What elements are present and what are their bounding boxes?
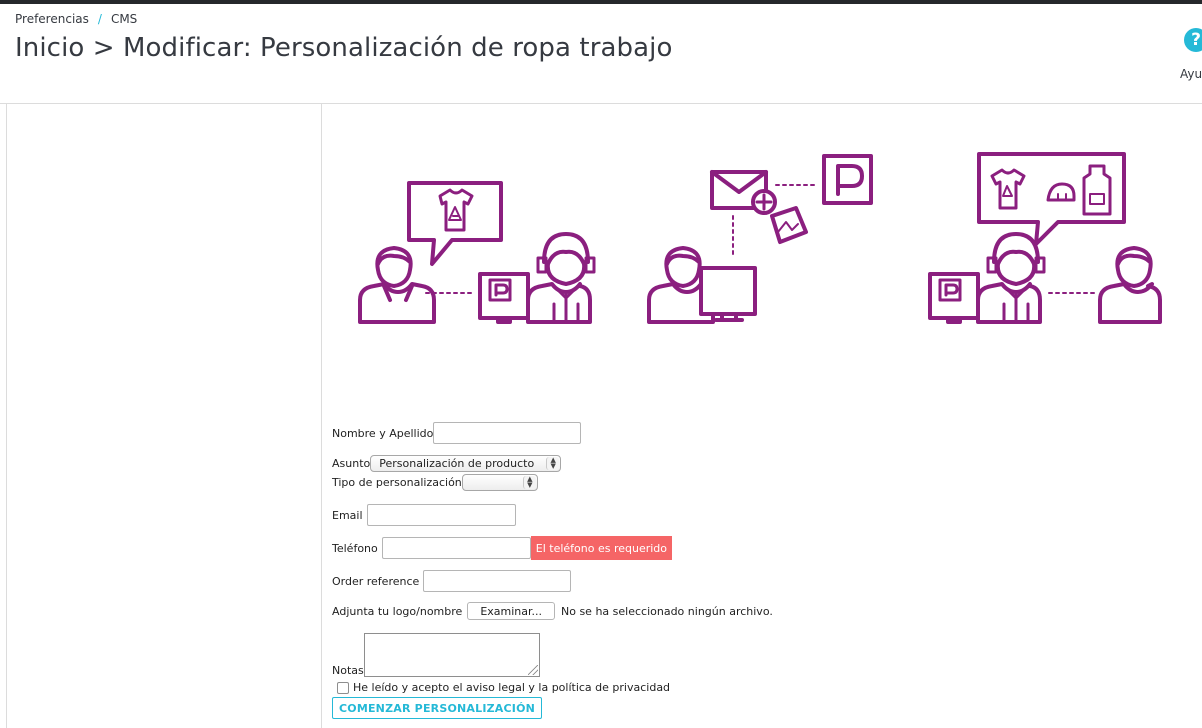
name-row: Nombre y Apellido <box>332 422 582 444</box>
name-label: Nombre y Apellido <box>332 426 434 440</box>
customer-figure-icon <box>358 246 436 324</box>
browse-file-button[interactable]: Examinar... <box>467 602 555 620</box>
image-flag-icon <box>770 206 808 244</box>
resize-grip-icon[interactable] <box>527 665 538 675</box>
help-label: Ayu <box>1180 67 1202 81</box>
subject-selected: Personalización de producto <box>379 457 535 470</box>
page-header: Preferencias / CMS Inicio > Modificar: P… <box>0 4 1202 104</box>
notes-row: Notas <box>332 633 540 677</box>
select-arrows-icon: ▲ ▼ <box>546 457 560 470</box>
help-icon[interactable]: ? <box>1184 28 1202 52</box>
email-input[interactable] <box>366 504 516 526</box>
logo-row: Adjunta tu logo/nombre Examinar... No se… <box>332 602 773 620</box>
subject-row: Asunto Personalización de producto ▲ ▼ <box>332 455 562 472</box>
left-panel <box>6 104 322 728</box>
speech-bubble-products-icon <box>977 152 1126 246</box>
order-ref-row: Order reference <box>332 570 572 592</box>
phone-row: Teléfono El teléfono es requerido <box>332 536 673 560</box>
help-button[interactable]: ? Ayu <box>1178 28 1202 88</box>
customer-figure-icon <box>1098 246 1162 324</box>
subject-label: Asunto <box>332 457 371 470</box>
custom-type-select[interactable]: ▲ ▼ <box>461 474 538 491</box>
start-customization-button[interactable]: COMENZAR PERSONALIZACIÓN <box>332 697 543 719</box>
process-illustration <box>358 152 1162 324</box>
breadcrumb-parent[interactable]: Preferencias <box>15 12 89 26</box>
page-title: Inicio > Modificar: Personalización de r… <box>15 33 673 63</box>
file-status: No se ha seleccionado ningún archivo. <box>561 604 773 618</box>
custom-type-row: Tipo de personalización ▲ ▼ <box>332 474 538 491</box>
order-ref-input[interactable] <box>423 570 572 592</box>
breadcrumb: Preferencias / CMS <box>15 12 137 26</box>
monitor-p-icon <box>928 272 980 324</box>
phone-error-badge: El teléfono es requerido <box>530 536 673 560</box>
speech-bubble-tshirt-icon <box>407 181 503 266</box>
notes-label: Notas <box>332 664 364 677</box>
custom-type-label: Tipo de personalización <box>332 476 462 489</box>
privacy-row: He leído y acepto el aviso legal y la po… <box>337 681 670 694</box>
privacy-label[interactable]: He leído y acepto el aviso legal y la po… <box>353 681 670 694</box>
name-input[interactable] <box>433 422 582 444</box>
sign-p-icon <box>822 154 873 205</box>
email-label: Email <box>332 508 363 522</box>
phone-label: Teléfono <box>332 541 378 555</box>
select-arrows-icon: ▲ ▼ <box>522 476 536 489</box>
agent-headset-icon <box>976 232 1046 324</box>
customer-at-monitor-icon <box>647 246 757 324</box>
breadcrumb-separator: / <box>97 12 102 26</box>
breadcrumb-current[interactable]: CMS <box>111 12 137 26</box>
monitor-p-icon <box>478 272 530 324</box>
subject-select[interactable]: Personalización de producto ▲ ▼ <box>370 455 562 472</box>
notes-textarea[interactable] <box>363 633 540 677</box>
phone-input[interactable] <box>381 537 531 559</box>
email-row: Email <box>332 504 516 526</box>
agent-headset-icon <box>526 232 596 324</box>
add-circle-icon <box>751 189 777 215</box>
order-ref-label: Order reference <box>332 574 420 588</box>
logo-label: Adjunta tu logo/nombre <box>332 604 463 618</box>
privacy-checkbox[interactable] <box>337 681 349 694</box>
main-content: Nombre y Apellido Asunto Personalización… <box>322 104 1202 728</box>
